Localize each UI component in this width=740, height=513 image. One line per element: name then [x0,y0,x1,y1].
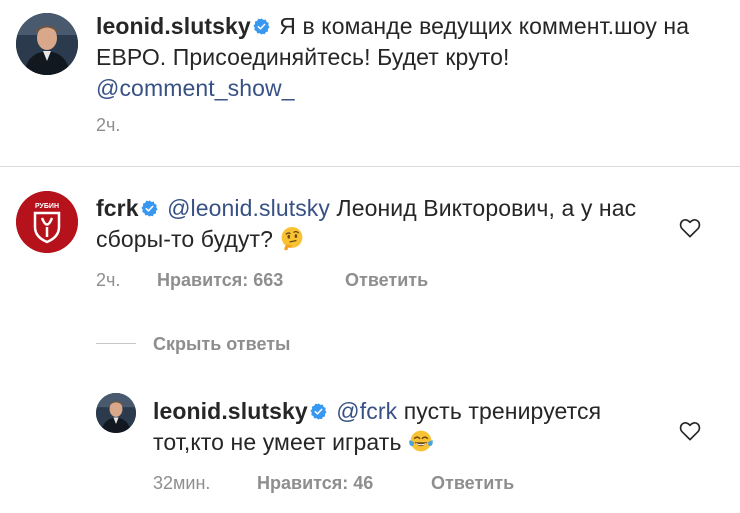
post-author-username[interactable]: leonid.slutsky [96,13,251,39]
verified-badge-icon [253,18,270,35]
fcrk-comment-likes[interactable]: Нравится: 663 [157,270,283,291]
post-author-avatar[interactable] [16,13,78,75]
tears-of-joy-face-icon [408,430,433,452]
fcrk-avatar[interactable]: РУБИН [16,191,78,253]
hide-replies-button[interactable]: Скрыть ответы [153,334,290,355]
fcrk-comment-mention[interactable]: @leonid.slutsky [167,195,330,221]
verified-badge-icon [310,403,327,420]
section-divider [0,166,740,167]
reply-comment: leonid.slutsky @fcrk пусть тренируется т… [153,396,663,458]
reply-author-avatar[interactable] [96,393,136,433]
post-timestamp: 2ч. [96,115,121,135]
post-caption: leonid.slutsky Я в команде ведущих комме… [96,11,696,104]
reply-author-username[interactable]: leonid.slutsky [153,398,308,424]
verified-badge-icon [141,200,158,217]
reply-comment-time: 32мин. [153,473,211,493]
fcrk-comment-time: 2ч. [96,270,121,290]
thinking-face-icon [281,226,303,251]
reply-comment-likes[interactable]: Нравится: 46 [257,473,373,494]
fcrk-reply-button[interactable]: Ответить [345,270,428,291]
fcrk-avatar-text: РУБИН [35,203,59,210]
hide-replies-line [96,343,136,344]
like-reply-heart-icon[interactable] [679,421,701,441]
reply-comment-mention[interactable]: @fcrk [336,398,397,424]
fcrk-comment: fcrk @leonid.slutsky Леонид Викторович, … [96,193,656,255]
fcrk-username[interactable]: fcrk [96,195,139,221]
reply-reply-button[interactable]: Ответить [431,473,514,494]
like-comment-heart-icon[interactable] [679,218,701,238]
post-caption-mention[interactable]: @comment_show_ [96,75,295,101]
